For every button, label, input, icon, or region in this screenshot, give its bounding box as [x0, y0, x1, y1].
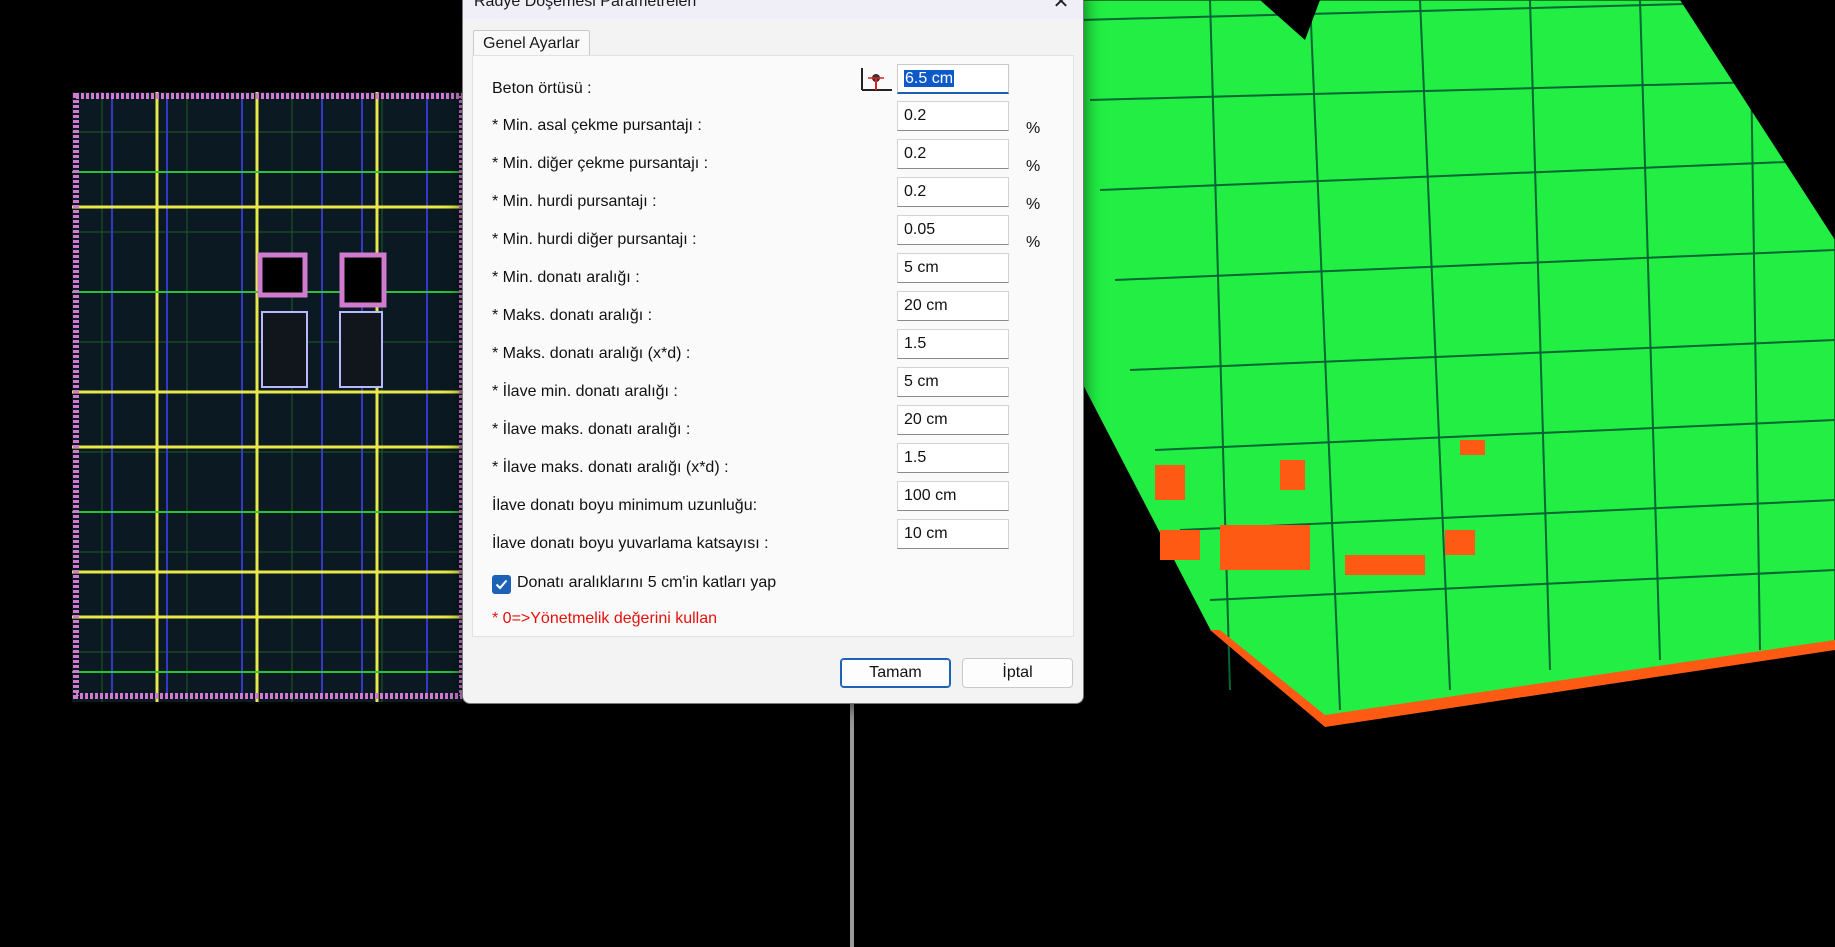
field-label-min-hurdi: * Min. hurdi pursantajı :	[492, 193, 657, 210]
dialog-titlebar[interactable]: Radye Döşemesi Parametreleri ✕	[463, 0, 1083, 19]
3d-model-view[interactable]	[1060, 0, 1835, 730]
spacing-multiple-label[interactable]: Donatı aralıklarını 5 cm'in katları yap	[517, 574, 776, 592]
spacing-multiple-checkbox[interactable]	[492, 575, 511, 594]
percent-unit-3: %	[1026, 196, 1041, 213]
checkmark-icon	[495, 579, 508, 590]
concrete-cover-icon[interactable]	[858, 64, 894, 94]
extra-max-spacing-input[interactable]: 20 cm	[897, 405, 1009, 435]
field-label-extra-max-spacing: * İlave maks. donatı aralığı :	[492, 421, 691, 438]
percent-unit-4: %	[1026, 234, 1041, 251]
field-label-extra-min-spacing: * İlave min. donatı aralığı :	[492, 383, 678, 400]
max-spacing-input[interactable]: 20 cm	[897, 291, 1009, 321]
field-label-extra-min-length: İlave donatı boyu minimum uzunluğu:	[492, 497, 758, 514]
view-splitter[interactable]	[850, 700, 854, 947]
min-hurdi-input[interactable]: 0.2	[897, 177, 1009, 207]
rounding-factor-input[interactable]: 10 cm	[897, 519, 1009, 549]
min-hurdi-other-input[interactable]: 0.05	[897, 215, 1009, 245]
cancel-button[interactable]: İptal	[962, 658, 1073, 688]
min-spacing-input[interactable]: 5 cm	[897, 253, 1009, 283]
plan-shaft-2	[339, 252, 387, 308]
extra-min-length-input[interactable]: 100 cm	[897, 481, 1009, 511]
extra-min-spacing-input[interactable]: 5 cm	[897, 367, 1009, 397]
field-label-extra-max-spacing-xd: * İlave maks. donatı aralığı (x*d) :	[492, 459, 729, 476]
plan-shaft-1	[257, 252, 308, 298]
extra-max-spacing-xd-input[interactable]: 1.5	[897, 443, 1009, 473]
field-label-min-hurdi-other: * Min. hurdi diğer pursantajı :	[492, 231, 697, 248]
floor-plan-drawing[interactable]	[72, 92, 462, 702]
plan-stair-1	[261, 311, 308, 388]
dialog-title: Radye Döşemesi Parametreleri	[474, 0, 697, 10]
slab-parameters-dialog: Radye Döşemesi Parametreleri ✕ Genel Aya…	[462, 0, 1084, 704]
ok-button[interactable]: Tamam	[840, 658, 951, 688]
field-label-max-spacing-xd: * Maks. donatı aralığı (x*d) :	[492, 345, 691, 362]
field-label-min-other-tension: * Min. diğer çekme pursantajı :	[492, 155, 709, 172]
field-label-rounding-factor: İlave donatı boyu yuvarlama katsayısı :	[492, 535, 769, 552]
percent-unit-2: %	[1026, 158, 1041, 175]
min-main-tension-input[interactable]: 0.2	[897, 101, 1009, 131]
concrete-cover-input[interactable]: 6.5 cm	[897, 64, 1009, 94]
percent-unit-1: %	[1026, 120, 1041, 137]
field-label-cover: Beton örtüsü :	[492, 80, 592, 97]
min-other-tension-input[interactable]: 0.2	[897, 139, 1009, 169]
tab-genel-ayarlar[interactable]: Genel Ayarlar	[473, 30, 590, 56]
regulation-note: * 0=>Yönetmelik değerini kullan	[492, 610, 718, 627]
max-spacing-xd-input[interactable]: 1.5	[897, 329, 1009, 359]
close-icon[interactable]: ✕	[1049, 0, 1073, 15]
concrete-cover-value: 6.5 cm	[904, 70, 955, 87]
field-label-max-spacing: * Maks. donatı aralığı :	[492, 307, 653, 324]
plan-stair-2	[339, 311, 383, 388]
field-label-min-main-tension: * Min. asal çekme pursantajı :	[492, 117, 702, 134]
field-label-min-spacing: * Min. donatı aralığı :	[492, 269, 640, 286]
